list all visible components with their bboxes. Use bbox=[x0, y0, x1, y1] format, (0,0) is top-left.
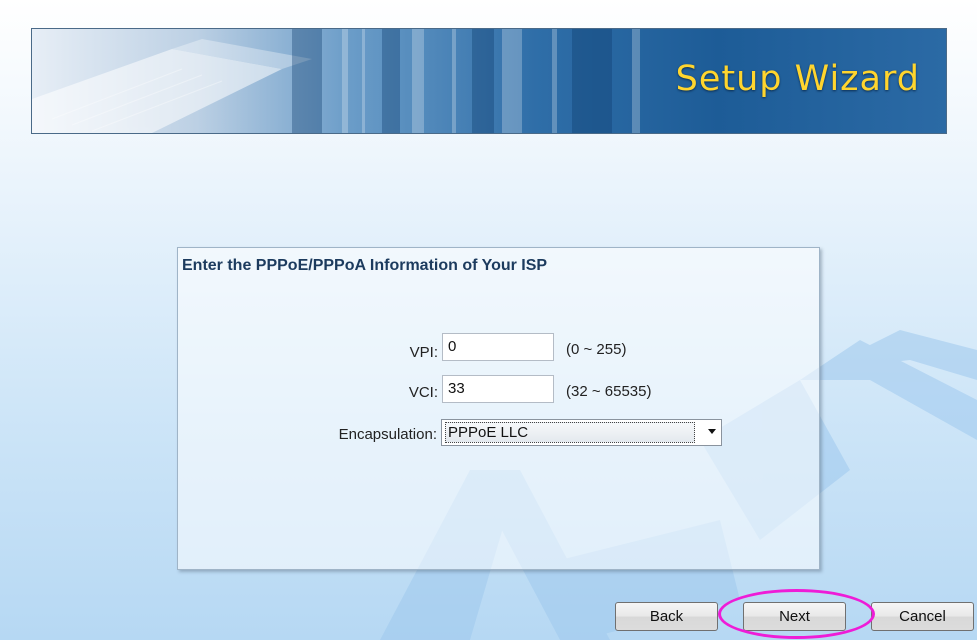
panel-title: Enter the PPPoE/PPPoA Information of You… bbox=[182, 257, 548, 274]
header-banner: Setup Wizard bbox=[31, 28, 947, 134]
encapsulation-selected-value: PPPoE LLC bbox=[445, 422, 695, 443]
encapsulation-label: Encapsulation: bbox=[338, 426, 437, 443]
chevron-down-icon[interactable] bbox=[708, 429, 716, 434]
vpi-label: VPI: bbox=[409, 344, 438, 361]
next-button[interactable]: Next bbox=[743, 602, 846, 631]
setup-wizard-title: Setup Wizard bbox=[675, 59, 920, 99]
back-button[interactable]: Back bbox=[615, 602, 718, 631]
vci-input[interactable]: 33 bbox=[442, 375, 554, 403]
encapsulation-select[interactable]: PPPoE LLC bbox=[441, 419, 722, 446]
isp-info-panel: Enter the PPPoE/PPPoA Information of You… bbox=[177, 247, 820, 570]
vpi-range-hint: (0 ~ 255) bbox=[566, 341, 627, 358]
cancel-button[interactable]: Cancel bbox=[871, 602, 974, 631]
vci-range-hint: (32 ~ 65535) bbox=[566, 383, 652, 400]
vpi-input[interactable]: 0 bbox=[442, 333, 554, 361]
vci-label: VCI: bbox=[408, 384, 438, 401]
